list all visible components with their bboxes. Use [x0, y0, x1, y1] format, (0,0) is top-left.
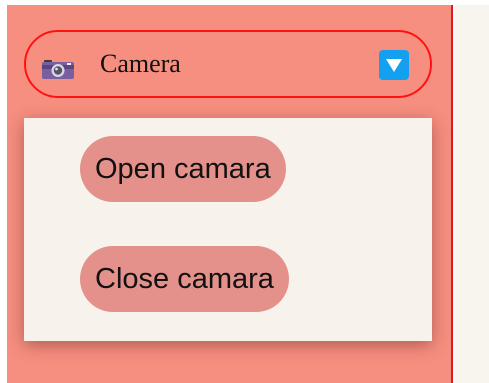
camera-icon: [42, 59, 74, 79]
open-camera-option[interactable]: Open camara: [80, 136, 286, 202]
main-content-area: [455, 5, 489, 383]
camera-dropdown-menu: Open camara Close camara: [24, 118, 432, 341]
chevron-down-icon[interactable]: [379, 50, 409, 80]
close-camera-option[interactable]: Close camara: [80, 246, 289, 312]
camera-toggle-label: Camera: [100, 49, 181, 78]
camera-dropdown-toggle[interactable]: Camera: [24, 30, 432, 98]
